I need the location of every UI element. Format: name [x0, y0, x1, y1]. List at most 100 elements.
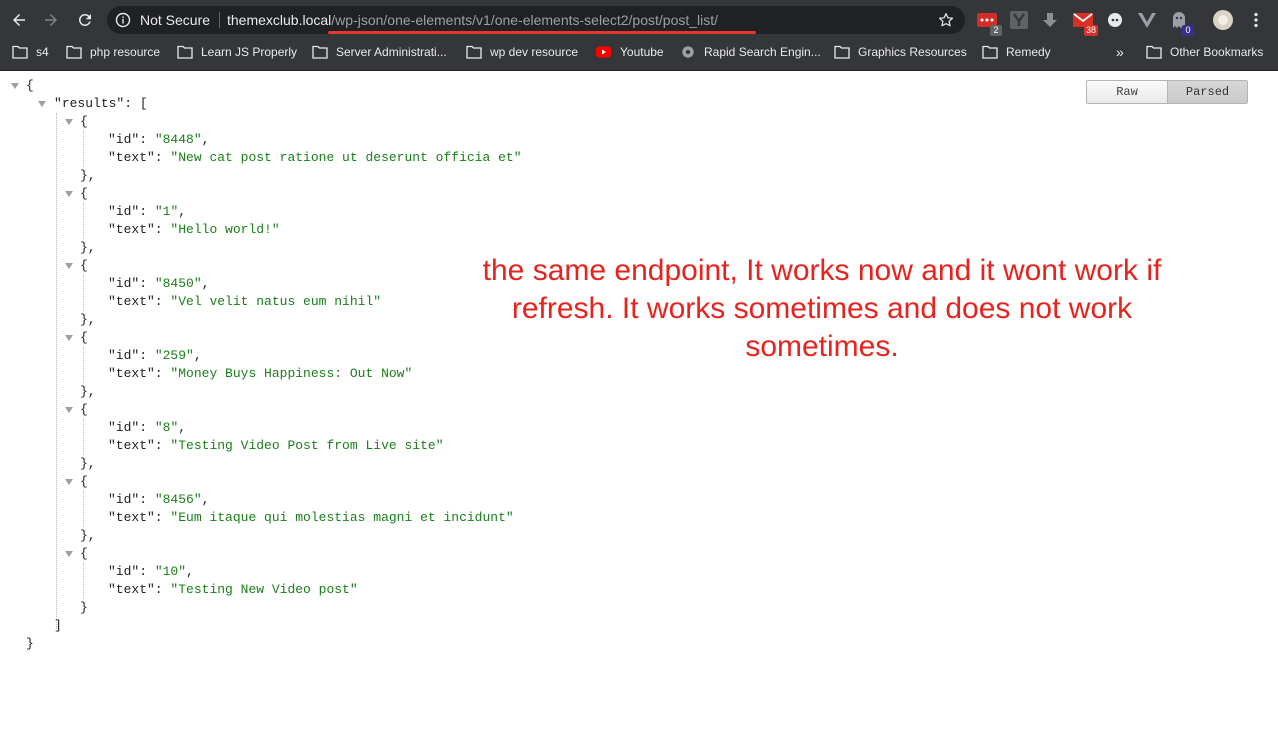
lastpass-icon[interactable]: 2 [977, 10, 1002, 36]
parsed-button[interactable]: Parsed [1167, 81, 1247, 103]
view-mode-toggle: Raw Parsed [1086, 80, 1248, 104]
url-highlight-underline [328, 31, 756, 34]
vue-devtools-icon[interactable] [1137, 10, 1157, 30]
text-value: Vel velit natus eum nihil [178, 294, 374, 309]
bookmark-label: Server Administrati... [336, 45, 447, 59]
id-line: "id": "8450", [108, 276, 210, 291]
results-key-line: "results": [ [54, 96, 148, 111]
forward-arrow-icon [45, 14, 57, 26]
bookmark-label: Rapid Search Engin... [704, 45, 821, 59]
lastpass-badge: 2 [990, 25, 1002, 36]
bookmark-label: Graphics Resources [858, 45, 967, 59]
folder-icon [12, 45, 28, 59]
id-line: "id": "8", [108, 420, 187, 435]
collapse-object-arrow-icon[interactable] [65, 479, 73, 485]
info-icon[interactable] [115, 12, 131, 28]
profile-avatar-icon[interactable] [1213, 10, 1233, 30]
root-open-brace: { [26, 78, 34, 93]
bookmark-label: Other Bookmarks [1170, 45, 1264, 59]
bookmark-wp-dev-resource[interactable]: wp dev resource [466, 44, 578, 60]
collapse-object-arrow-icon[interactable] [65, 551, 73, 557]
ghostery-badge: 0 [1182, 25, 1194, 36]
bookmark-star-icon[interactable] [937, 11, 955, 29]
bookmark-label: s4 [36, 45, 49, 59]
object-open-brace: { [80, 114, 88, 129]
bookmark-label: wp dev resource [490, 45, 579, 59]
object-open-brace: { [80, 402, 88, 417]
object-close-brace: }, [80, 168, 96, 183]
text-value: Hello world! [178, 222, 272, 237]
circle-extension-icon[interactable] [1105, 10, 1125, 30]
id-value: 8456 [162, 492, 194, 507]
text-line: "text": "Testing New Video post" [108, 582, 358, 597]
chrome-menu-icon[interactable] [1246, 10, 1266, 30]
text-value: Testing New Video post [178, 582, 350, 597]
bookmark-php-resource[interactable]: php resource [66, 44, 160, 60]
root-close-brace: } [26, 636, 34, 651]
id-line: "id": "8448", [108, 132, 210, 147]
text-value: New cat post ratione ut deserunt officia… [178, 150, 514, 165]
object-close-brace: } [80, 600, 88, 615]
results-key: results [61, 96, 117, 111]
object-guide-line [83, 275, 84, 311]
id-line: "id": "10", [108, 564, 194, 579]
folder-icon [1146, 45, 1162, 59]
y-extension-icon[interactable] [1009, 10, 1029, 30]
collapse-root-arrow-icon[interactable] [11, 83, 19, 89]
object-close-brace: }, [80, 384, 96, 399]
youtube-icon [596, 46, 611, 58]
collapse-object-arrow-icon[interactable] [65, 335, 73, 341]
bookmark-rapid-search-engine[interactable]: Rapid Search Engin... [680, 44, 821, 60]
address-bar[interactable]: Not Secure themexclub.local/wp-json/one-… [107, 6, 965, 34]
text-line: "text": "Eum itaque qui molestias magni … [108, 510, 514, 525]
text-value: Testing Video Post from Live site [178, 438, 436, 453]
reload-button[interactable] [70, 5, 100, 35]
object-guide-line [83, 347, 84, 383]
other-bookmarks-folder[interactable]: Other Bookmarks [1146, 44, 1263, 60]
object-open-brace: { [80, 330, 88, 345]
back-button[interactable] [4, 5, 34, 35]
text-value: Eum itaque qui molestias magni et incidu… [178, 510, 506, 525]
id-value: 259 [162, 348, 187, 363]
id-value: 8448 [162, 132, 194, 147]
url-path: /wp-json/one-elements/v1/one-elements-se… [331, 12, 719, 28]
bookmark-graphics-resources[interactable]: Graphics Resources [834, 44, 967, 60]
collapse-object-arrow-icon[interactable] [65, 263, 73, 269]
bookmarks-overflow-button[interactable]: » [1116, 44, 1124, 60]
bookmark-label: Learn JS Properly [201, 45, 298, 59]
object-open-brace: { [80, 258, 88, 273]
gmail-icon[interactable]: 38 [1073, 10, 1098, 36]
ghostery-icon[interactable]: 0 [1169, 10, 1194, 36]
browser-toolbar: Not Secure themexclub.local/wp-json/one-… [0, 0, 1278, 40]
collapse-object-arrow-icon[interactable] [65, 119, 73, 125]
object-guide-line [83, 419, 84, 455]
security-label[interactable]: Not Secure [140, 12, 210, 28]
bookmark-learn-js-properly[interactable]: Learn JS Properly [177, 44, 297, 60]
bookmark-youtube[interactable]: Youtube [596, 44, 664, 60]
object-guide-line [83, 131, 84, 167]
text-line: "text": "Money Buys Happiness: Out Now" [108, 366, 413, 381]
forward-button[interactable] [36, 5, 66, 35]
bookmark-remedy[interactable]: Remedy [982, 44, 1051, 60]
bookmarks-bar: s4 php resource Learn JS Properly Server… [0, 40, 1278, 64]
toolbar-bottom-edge [0, 64, 1278, 71]
collapse-object-arrow-icon[interactable] [65, 191, 73, 197]
url-text[interactable]: themexclub.local/wp-json/one-elements/v1… [227, 11, 718, 29]
bookmark-server-administration[interactable]: Server Administrati... [312, 44, 447, 60]
download-icon[interactable] [1040, 10, 1060, 30]
object-close-brace: }, [80, 528, 96, 543]
text-line: "text": "Testing Video Post from Live si… [108, 438, 444, 453]
url-host: themexclub.local [227, 12, 332, 28]
id-value: 8450 [162, 276, 194, 291]
raw-button[interactable]: Raw [1087, 81, 1167, 103]
collapse-object-arrow-icon[interactable] [65, 407, 73, 413]
bookmark-s4[interactable]: s4 [12, 44, 49, 60]
object-open-brace: { [80, 546, 88, 561]
id-value: 10 [162, 564, 179, 579]
collapse-results-arrow-icon[interactable] [38, 101, 46, 107]
folder-icon [66, 45, 82, 59]
json-viewer: Raw Parsed { "results": [ { "id": "8448",… [0, 71, 1278, 737]
folder-icon [177, 45, 193, 59]
object-close-brace: }, [80, 240, 96, 255]
object-close-brace: }, [80, 312, 96, 327]
